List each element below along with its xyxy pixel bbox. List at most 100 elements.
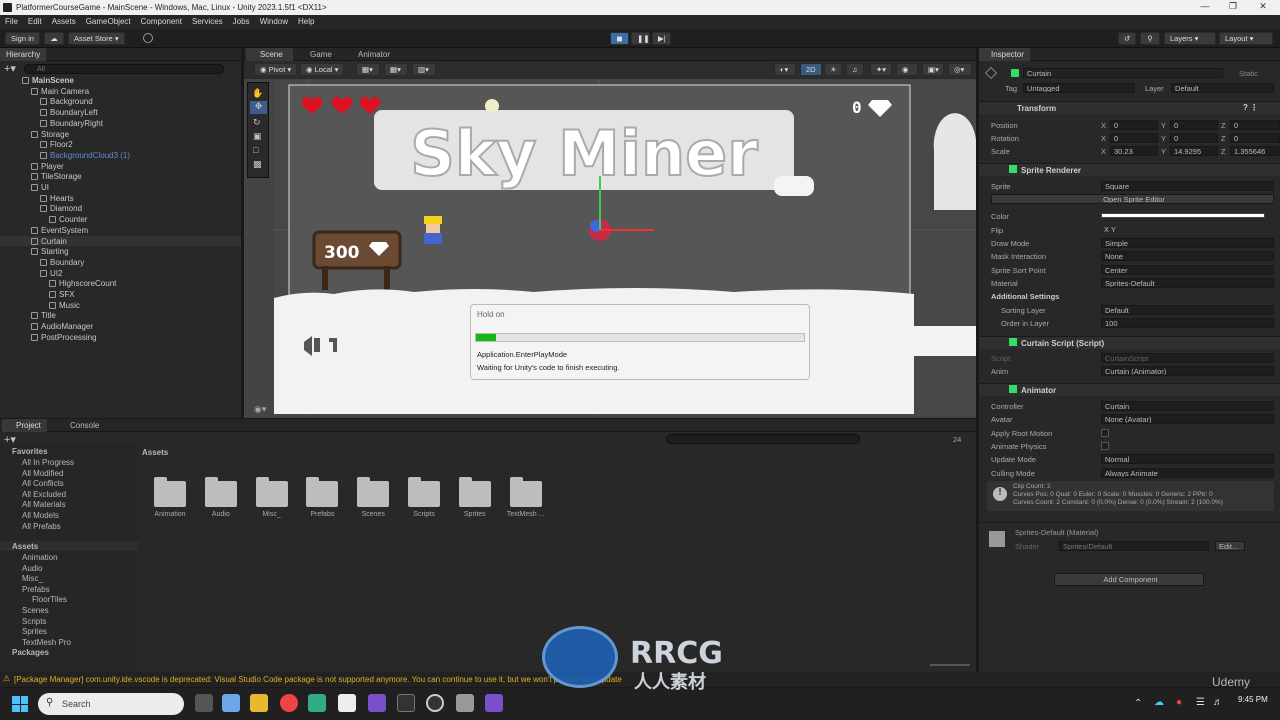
- hierarchy-item[interactable]: Boundary: [40, 258, 84, 267]
- animator-header[interactable]: Animator: [979, 383, 1280, 396]
- obs-icon[interactable]: [426, 694, 444, 712]
- asset-folder-item[interactable]: Sprites: [22, 627, 47, 636]
- transform-position-z-field[interactable]: 0: [1230, 120, 1280, 130]
- transform-rotation-x-field[interactable]: 0: [1110, 133, 1158, 143]
- hierarchy-item[interactable]: Counter: [49, 215, 87, 224]
- play-button[interactable]: ◼: [610, 32, 629, 45]
- unity-hub-icon[interactable]: [338, 694, 356, 712]
- favorites-header[interactable]: Favorites: [12, 447, 48, 456]
- file-explorer-icon[interactable]: [250, 694, 268, 712]
- menu-gameobject[interactable]: GameObject: [81, 15, 136, 29]
- draw-mode-field[interactable]: Simple: [1101, 238, 1274, 248]
- asset-folder-item[interactable]: Scenes: [22, 606, 49, 615]
- vscode-icon[interactable]: [485, 694, 503, 712]
- sprite-field[interactable]: Square: [1101, 181, 1274, 191]
- transform-scale-x-field[interactable]: 30.23: [1110, 146, 1158, 156]
- hierarchy-item[interactable]: Floor2: [40, 140, 73, 149]
- packages-header[interactable]: Packages: [12, 648, 49, 657]
- taskbar-search-box[interactable]: ⚲ Search: [38, 693, 184, 715]
- tag-dropdown[interactable]: Untagged: [1023, 83, 1135, 93]
- collab-icon[interactable]: [143, 33, 153, 43]
- sprite-renderer-header[interactable]: Sprite Renderer: [979, 163, 1280, 176]
- add-icon[interactable]: +▾: [4, 62, 16, 75]
- mic-icon[interactable]: ●: [1176, 697, 1182, 708]
- hierarchy-item[interactable]: BackgroundCloud3 (1): [40, 151, 130, 160]
- animate-physics-checkbox[interactable]: [1101, 441, 1109, 450]
- favorite-item[interactable]: All Modified: [22, 469, 63, 478]
- tab-animator[interactable]: Animator: [344, 48, 396, 61]
- active-checkbox[interactable]: [1011, 69, 1019, 77]
- task-view-icon[interactable]: [195, 694, 213, 712]
- sprite-renderer-checkbox[interactable]: [1009, 165, 1017, 173]
- hierarchy-search-input[interactable]: [24, 64, 224, 74]
- assets-header[interactable]: Assets: [12, 542, 38, 551]
- transform-rotation-y-field[interactable]: 0: [1170, 133, 1218, 143]
- object-name-field[interactable]: Curtain: [1023, 68, 1223, 78]
- hierarchy-item[interactable]: UI2: [40, 269, 62, 278]
- asset-folder-item[interactable]: Prefabs: [22, 585, 50, 594]
- scale-tool-icon[interactable]: ▣: [253, 131, 262, 142]
- move-tool-icon[interactable]: ✥: [250, 101, 267, 114]
- hierarchy-item[interactable]: MainScene: [22, 76, 74, 85]
- menu-assets[interactable]: Assets: [47, 15, 81, 29]
- component-menu-icon[interactable]: ? ⋮: [1243, 103, 1258, 112]
- animator-checkbox[interactable]: [1009, 385, 1017, 393]
- close-button[interactable]: ✕: [1248, 1, 1278, 14]
- favorite-item[interactable]: All Conflicts: [22, 479, 64, 488]
- layers-dropdown[interactable]: Layers ▾: [1164, 32, 1216, 45]
- hierarchy-item[interactable]: HighscoreCount: [49, 279, 116, 288]
- step-button[interactable]: ▶|: [652, 32, 671, 45]
- mask-interaction-field[interactable]: None: [1101, 251, 1274, 261]
- favorite-item[interactable]: All Excluded: [22, 490, 66, 499]
- hidden-packages-count[interactable]: 24: [953, 435, 961, 444]
- tab-console[interactable]: Console: [56, 419, 105, 432]
- transform-rotation-z-field[interactable]: 0: [1230, 133, 1280, 143]
- windows-start-icon[interactable]: [12, 696, 28, 712]
- favorite-item[interactable]: All Materials: [22, 500, 66, 509]
- hierarchy-item[interactable]: BoundaryRight: [40, 119, 103, 128]
- hierarchy-item[interactable]: SFX: [49, 290, 75, 299]
- menu-file[interactable]: File: [0, 15, 23, 29]
- weather-icon[interactable]: [222, 694, 240, 712]
- menu-services[interactable]: Services: [187, 15, 228, 29]
- pivot-dropdown[interactable]: ◉ Pivot ▾: [254, 63, 298, 76]
- menu-component[interactable]: Component: [136, 15, 187, 29]
- scene-overlay-icon[interactable]: ◉▾: [254, 404, 266, 415]
- folder-icon[interactable]: [255, 477, 288, 507]
- order-in-layer-field[interactable]: 100: [1101, 318, 1274, 328]
- folder-icon[interactable]: [306, 477, 339, 507]
- menu-help[interactable]: Help: [293, 15, 319, 29]
- transform-scale-z-field[interactable]: 1.355646: [1230, 146, 1280, 156]
- transform-tool-icon[interactable]: ▩: [253, 159, 262, 170]
- curtain-script-header[interactable]: Curtain Script (Script): [979, 336, 1280, 349]
- folder-icon[interactable]: [357, 477, 390, 507]
- hierarchy-item[interactable]: BoundaryLeft: [40, 108, 98, 117]
- volume-icon[interactable]: ♬: [1213, 697, 1223, 708]
- curtain-script-checkbox[interactable]: [1009, 338, 1017, 346]
- tab-inspector[interactable]: Inspector: [979, 48, 1030, 61]
- audio-icon[interactable]: ♫: [846, 63, 864, 76]
- unity-editor-icon[interactable]: [397, 694, 415, 712]
- hidden-objects-icon[interactable]: ◉: [896, 63, 918, 76]
- edit-shader-button[interactable]: Edit...: [1215, 541, 1245, 551]
- asset-folder-item[interactable]: TextMesh Pro: [22, 638, 71, 647]
- project-search-input[interactable]: [666, 434, 860, 444]
- hierarchy-item[interactable]: Storage: [31, 130, 69, 139]
- folder-icon[interactable]: [458, 477, 491, 507]
- snap-increment-icon[interactable]: ▦▾: [384, 63, 408, 76]
- culling-mode-field[interactable]: Always Animate: [1101, 467, 1274, 478]
- anim-field[interactable]: Curtain (Animator): [1101, 366, 1274, 376]
- material-field[interactable]: Sprites-Default: [1101, 278, 1274, 288]
- minimize-button[interactable]: —: [1190, 1, 1220, 14]
- hierarchy-item[interactable]: Starting: [31, 247, 69, 256]
- layout-dropdown[interactable]: Layout ▾: [1219, 32, 1273, 45]
- layer-dropdown[interactable]: Default: [1171, 83, 1274, 93]
- sign-in-button[interactable]: Sign in: [5, 32, 40, 45]
- gizmos-icon[interactable]: ◎▾: [948, 63, 972, 76]
- grid-visibility-icon[interactable]: ▧▾: [412, 63, 436, 76]
- static-toggle[interactable]: Static: [1239, 69, 1258, 78]
- tab-game[interactable]: Game: [296, 48, 338, 61]
- onedrive-icon[interactable]: ☁: [1154, 697, 1164, 708]
- hierarchy-item[interactable]: Title: [31, 311, 56, 320]
- menu-window[interactable]: Window: [255, 15, 293, 29]
